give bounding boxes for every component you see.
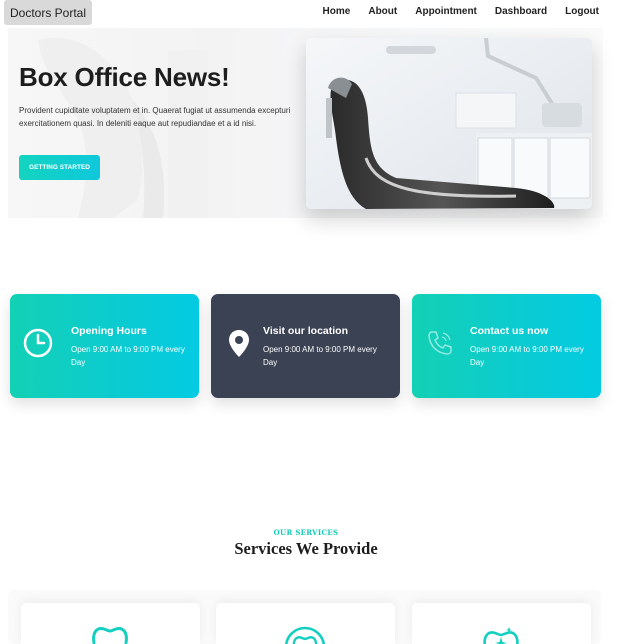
card-text: Open 9:00 AM to 9:00 PM every Day: [71, 345, 185, 367]
tooth-cavity-icon: [284, 626, 326, 644]
nav-about-link[interactable]: About: [368, 6, 397, 20]
opening-hours-card: Opening Hours Open 9:00 AM to 9:00 PM ev…: [10, 294, 199, 398]
nav-dashboard-link[interactable]: Dashboard: [495, 6, 547, 20]
services-title: Services We Provide: [234, 539, 378, 558]
phone-icon: [428, 331, 452, 355]
card-title: Visit our location: [263, 325, 348, 337]
tooth-icon: [92, 627, 128, 644]
tooth-whitening-icon: [483, 627, 519, 644]
card-text: Open 9:00 AM to 9:00 PM every Day: [470, 345, 584, 367]
dental-chair-image: [306, 38, 592, 209]
nav-home-link[interactable]: Home: [323, 6, 351, 20]
hero-description: Provident cupiditate voluptatem et in. Q…: [19, 106, 291, 128]
clock-icon: [23, 328, 53, 358]
nav-appointment-link[interactable]: Appointment: [415, 6, 477, 20]
service-card: [412, 603, 591, 644]
location-pin-icon: [229, 330, 249, 357]
getting-started-button[interactable]: GETTING STARTED: [19, 155, 100, 180]
nav-logout-link[interactable]: Logout: [565, 6, 599, 20]
card-title: Contact us now: [470, 325, 549, 337]
card-title: Opening Hours: [71, 325, 147, 337]
hero-title: Box Office News!: [19, 62, 230, 92]
services-eyebrow: OUR SERVICES: [273, 528, 339, 537]
service-card: [21, 603, 200, 644]
brand-button[interactable]: Doctors Portal: [4, 0, 92, 25]
location-card: Visit our location Open 9:00 AM to 9:00 …: [211, 294, 400, 398]
service-card: [216, 603, 395, 644]
card-text: Open 9:00 AM to 9:00 PM every Day: [263, 345, 377, 367]
contact-card: Contact us now Open 9:00 AM to 9:00 PM e…: [412, 294, 601, 398]
main-nav: Home About Appointment Dashboard Logout: [323, 6, 618, 20]
